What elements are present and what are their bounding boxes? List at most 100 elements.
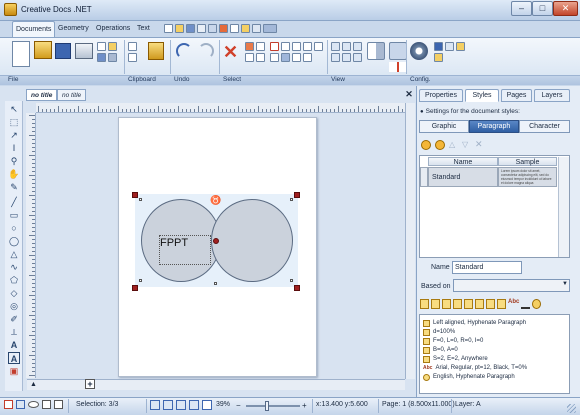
leading-icon[interactable]	[431, 299, 440, 309]
picker-tool-icon[interactable]: ✎	[8, 181, 20, 193]
settings-gear-icon[interactable]	[410, 42, 428, 60]
regular-tool-icon[interactable]: ⬠	[8, 274, 20, 286]
update-icon[interactable]	[434, 53, 443, 62]
text-line-tool-icon[interactable]: A	[8, 339, 20, 351]
style-row-name[interactable]: Standard	[428, 167, 498, 187]
deselect-status-icon[interactable]	[4, 400, 13, 409]
duplicate-icon[interactable]	[245, 42, 254, 51]
style-name-input[interactable]: Standard	[452, 261, 522, 274]
minimize-button[interactable]: –	[511, 1, 532, 16]
free-tool-icon[interactable]: ✐	[8, 313, 20, 325]
app-icon[interactable]	[4, 3, 17, 16]
column-header-sample[interactable]: Sample	[498, 157, 557, 166]
spacing-icon[interactable]	[453, 299, 462, 309]
tab-layers[interactable]: Layers	[534, 89, 570, 102]
language-icon[interactable]	[532, 299, 541, 309]
numbering-icon[interactable]	[497, 299, 506, 309]
paste-icon[interactable]	[241, 24, 250, 33]
tabs-icon[interactable]	[475, 299, 484, 309]
center-handle[interactable]	[213, 238, 219, 244]
global-select-tool-icon[interactable]: ⬚	[8, 116, 20, 128]
paste-large-icon[interactable]	[148, 42, 164, 60]
print-large-icon[interactable]	[75, 43, 93, 59]
export-icon[interactable]	[97, 53, 106, 62]
open-folder-icon[interactable]	[34, 41, 52, 59]
property-justify[interactable]: Left aligned, Hyphenate Paragraph	[423, 319, 526, 328]
save-large-icon[interactable]	[55, 43, 71, 59]
bezier-tool-icon[interactable]: ∿	[8, 261, 20, 273]
selection-handle[interactable]	[132, 285, 138, 291]
guides-icon[interactable]	[389, 62, 407, 72]
add-page-icon[interactable]: +	[85, 379, 95, 389]
margins-icon[interactable]	[442, 299, 451, 309]
maximize-button[interactable]: □	[532, 1, 553, 16]
zoom-slider-track[interactable]	[246, 405, 300, 407]
zoom-selection-icon[interactable]	[353, 42, 362, 51]
ellipse-tool-icon[interactable]: ◯	[8, 235, 20, 247]
control-point[interactable]	[214, 282, 217, 285]
control-point[interactable]	[139, 279, 142, 282]
rectangle-tool-icon[interactable]: ▭	[8, 209, 20, 221]
zoom-tool-icon[interactable]: ⚲	[8, 155, 20, 167]
select-global-icon[interactable]	[303, 42, 312, 51]
import-icon[interactable]	[108, 42, 117, 51]
delete-large-icon[interactable]: ✕	[223, 43, 238, 61]
property-spacing[interactable]: B=0, A=0	[423, 346, 458, 355]
tab-pages[interactable]: Pages	[501, 89, 532, 102]
zoom-page-icon[interactable]	[331, 42, 340, 51]
tab-documents[interactable]: Documents	[12, 21, 56, 37]
line-tool-icon[interactable]: ╱	[8, 196, 20, 208]
control-point[interactable]	[290, 279, 293, 282]
surface-tool-icon[interactable]: ◇	[8, 287, 20, 299]
zoom-in-icon[interactable]: +	[302, 401, 307, 410]
property-leading[interactable]: d=100%	[423, 328, 455, 337]
zoom-in-icon[interactable]	[331, 53, 340, 62]
subtab-graphic[interactable]: Graphic	[419, 120, 469, 133]
select-rect-icon[interactable]	[270, 42, 279, 51]
select-tool-icon[interactable]: ↖	[8, 103, 20, 115]
edit-tool-icon[interactable]: ↗	[8, 129, 20, 141]
zoom-level[interactable]: 39%	[216, 401, 230, 408]
tab-text[interactable]: Text	[134, 21, 153, 37]
new-document-icon[interactable]	[12, 41, 30, 67]
page-view-icon[interactable]	[263, 24, 277, 33]
property-margins[interactable]: F=0, L=0, R=0, I=0	[423, 337, 483, 346]
zoom-out-icon[interactable]	[342, 53, 351, 62]
document-tab[interactable]: no title	[57, 89, 87, 101]
document-tab-active[interactable]: no title	[26, 89, 58, 101]
key-icon[interactable]	[456, 42, 465, 51]
undo-icon[interactable]	[208, 24, 217, 33]
resize-grip-icon[interactable]	[567, 404, 576, 413]
select-lasso-icon[interactable]	[281, 42, 290, 51]
zoom-width-icon[interactable]	[342, 42, 351, 51]
hide-status-icon[interactable]	[42, 400, 51, 409]
redo-large-icon[interactable]	[198, 43, 214, 59]
show-all-status-icon[interactable]	[28, 401, 39, 408]
tab-operations[interactable]: Operations	[93, 21, 133, 37]
zoom-previous-status-icon[interactable]	[202, 400, 212, 410]
unlock-icon[interactable]	[292, 53, 301, 62]
column-header-name[interactable]: Name	[428, 157, 498, 166]
table-scrollbar[interactable]	[558, 157, 569, 257]
circle-tool-icon[interactable]: ○	[8, 222, 20, 234]
tab-geometry[interactable]: Geometry	[55, 21, 92, 37]
new-style-icon[interactable]	[421, 139, 431, 150]
hand-tool-icon[interactable]: ✋	[8, 168, 20, 180]
save-icon[interactable]	[186, 24, 195, 33]
subtab-paragraph[interactable]: Paragraph	[469, 120, 519, 133]
zoom-100-status-icon[interactable]	[176, 400, 186, 410]
rotate-handle-icon[interactable]: ♉	[210, 196, 221, 205]
zoom-slider-thumb[interactable]	[265, 401, 270, 411]
text-box-tool-icon[interactable]: A	[8, 352, 20, 364]
select-all-icon[interactable]	[256, 53, 265, 62]
chevron-down-icon[interactable]: ▼	[562, 281, 568, 287]
property-keep[interactable]: S=2, E=2, Anywhere	[423, 355, 488, 364]
subtab-character[interactable]: Character	[519, 120, 570, 133]
cut-icon[interactable]	[128, 42, 137, 51]
lock-status-icon[interactable]	[54, 400, 63, 409]
polygon-tool-icon[interactable]: △	[8, 248, 20, 260]
shape-text[interactable]: FPPT	[160, 237, 188, 249]
delete-style-icon[interactable]: ✕	[475, 139, 484, 150]
hide-icon[interactable]	[314, 42, 323, 51]
copy-icon[interactable]	[230, 24, 239, 33]
